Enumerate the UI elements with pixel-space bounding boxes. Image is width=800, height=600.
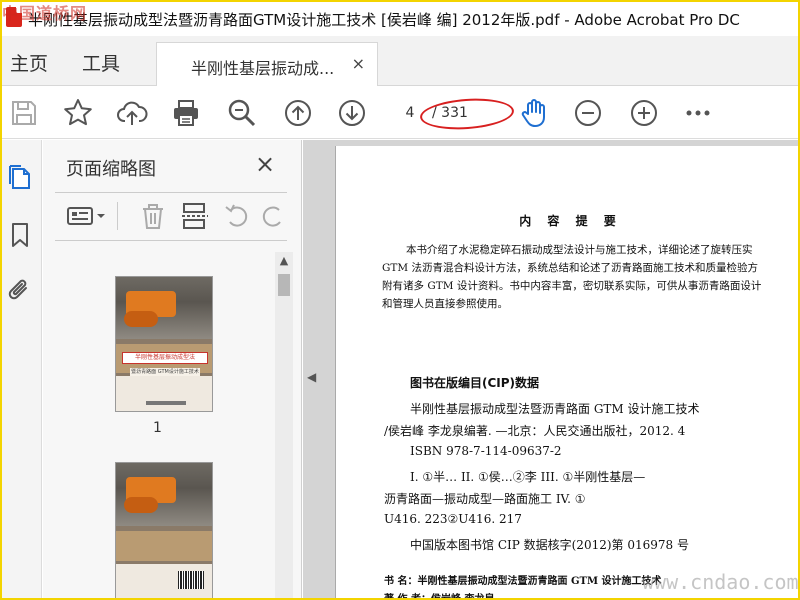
zoom-out-icon[interactable] (572, 97, 604, 129)
thumbnails-panel: 页面缩略图 × ▲ 半刚性基层振动成型法 暨沥青路面 GTM设计施工技术 1 (43, 140, 302, 600)
upload-cloud-icon[interactable] (116, 97, 148, 129)
summary-line: 和管理人员直接参照使用。 (382, 298, 508, 310)
cover-publisher-mark (146, 401, 186, 405)
bookmark-icon[interactable] (5, 220, 35, 250)
main-toolbar: 4 / 331 (0, 87, 800, 139)
rotate-left-icon[interactable] (223, 200, 251, 232)
close-panel-icon[interactable]: × (255, 150, 275, 178)
document-view[interactable]: ◀ 内 容 提 要 本书介绍了水泥稳定碎石振动成型法设计与施工技术，详细论述了旋… (303, 140, 800, 600)
cip-line: U416. 223②U416. 217 (384, 512, 522, 526)
roller-drum-graphic (124, 311, 158, 327)
cover-title: 半刚性基层振动成型法 (122, 352, 208, 365)
summary-line: 本书介绍了水泥稳定碎石振动成型法设计与施工技术，详细论述了旋转压实 (406, 244, 753, 256)
title-bar: 中国道桥网 半刚性基层振动成型法暨沥青路面GTM设计施工技术 [侯岩峰 编] 2… (0, 0, 800, 36)
cover-subtitle-line-1: 暨沥青路面 (131, 369, 157, 376)
star-icon[interactable] (62, 97, 94, 129)
rotate-right-icon[interactable] (261, 200, 285, 232)
roller-drum-graphic (124, 497, 158, 513)
zoom-in-icon[interactable] (628, 97, 660, 129)
menu-tools[interactable]: 工具 (82, 49, 120, 76)
print-icon[interactable] (170, 97, 202, 129)
attachment-icon[interactable] (5, 276, 35, 306)
save-icon[interactable] (8, 97, 40, 129)
summary-line: GTM 法沥青混合料设计方法，系统总结和论述了沥青路面施工技术和质量检验方 (382, 262, 758, 274)
page-thumbnail-2[interactable] (115, 462, 213, 600)
summary-heading: 内 容 提 要 (519, 214, 622, 228)
watermark-bottom: www.cndao.com (642, 570, 799, 594)
window-title: 半刚性基层振动成型法暨沥青路面GTM设计施工技术 [侯岩峰 编] 2012年版.… (28, 11, 740, 29)
cip-line: 中国版本图书馆 CIP 数据核字(2012)第 016978 号 (410, 538, 689, 552)
current-page-input[interactable]: 4 (400, 101, 420, 125)
pages-icon[interactable] (5, 162, 35, 192)
tool-divider (117, 202, 118, 230)
summary-line: 附有诸多 GTM 设计资料。书中内容丰富，密切联系实际，可供从事沥青路面设计 (382, 280, 762, 292)
extract-pages-icon[interactable] (181, 200, 209, 232)
close-tab-icon[interactable]: × (352, 54, 365, 73)
barcode (178, 571, 204, 589)
document-tab[interactable]: 半刚性基层振动成... × (156, 42, 378, 86)
left-rail (0, 140, 42, 600)
thumbnail-options-icon[interactable] (67, 200, 111, 232)
pdf-page: 内 容 提 要 本书介绍了水泥稳定碎石振动成型法设计与施工技术，详细论述了旋转压… (335, 146, 800, 600)
book-info-line: 书 名：半刚性基层振动成型法暨沥青路面 GTM 设计施工技术 (384, 576, 662, 587)
menu-home[interactable]: 主页 (10, 49, 48, 76)
cover-band (116, 531, 212, 561)
document-tab-label: 半刚性基层振动成... (191, 59, 335, 78)
panel-toolbar-divider (55, 240, 287, 241)
page-thumbnail-1[interactable]: 半刚性基层振动成型法 暨沥青路面 GTM设计施工技术 (115, 276, 213, 412)
cover-lower (116, 376, 212, 411)
zoom-search-icon[interactable] (226, 97, 258, 129)
collapse-panel-arrow-icon[interactable]: ◀ (307, 370, 316, 384)
cover-subtitle-line-2: GTM设计施工技术 (157, 369, 199, 376)
book-info-line: 著 作 者：侯岩峰 李龙泉 (384, 594, 495, 600)
thumbnail-number: 1 (153, 420, 162, 436)
panel-divider (55, 192, 287, 193)
more-icon[interactable] (682, 97, 714, 129)
cip-line: 半刚性基层振动成型法暨沥青路面 GTM 设计施工技术 (410, 402, 700, 416)
page-down-icon[interactable] (336, 97, 368, 129)
panel-title: 页面缩略图 (66, 159, 156, 180)
cip-line: ISBN 978-7-114-09637-2 (410, 444, 562, 458)
scroll-thumb[interactable] (278, 274, 290, 296)
cip-line: 沥青路面—振动成型—路面施工 IV. ① (384, 492, 586, 506)
trash-icon[interactable] (139, 200, 167, 232)
thumbnail-scrollbar[interactable]: ▲ (275, 252, 293, 600)
cip-heading: 图书在版编目(CIP)数据 (410, 376, 540, 390)
cip-line: /侯岩峰 李龙泉编著. —北京：人民交通出版社，2012. 4 (384, 424, 686, 438)
scroll-up-arrow-icon[interactable]: ▲ (275, 254, 293, 268)
page-up-icon[interactable] (282, 97, 314, 129)
watermark-top: 中国道桥网 (2, 4, 88, 23)
cip-line: I. ①半… II. ①侯…②李 III. ①半刚性基层— (410, 470, 646, 484)
tab-bar: 主页 工具 半刚性基层振动成... × (0, 36, 800, 86)
hand-icon[interactable] (518, 97, 550, 129)
